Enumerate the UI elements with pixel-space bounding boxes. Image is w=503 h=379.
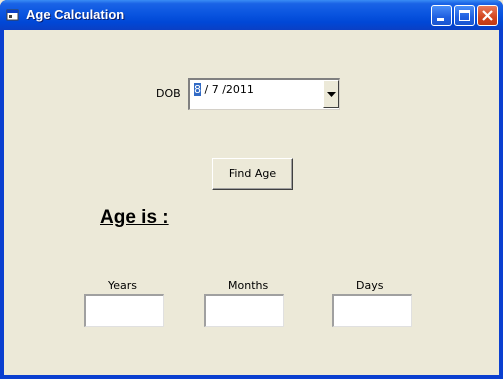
form-icon[interactable] [6, 8, 20, 22]
dob-day-selected[interactable]: 8 [194, 83, 201, 96]
dob-value[interactable]: 8 / 7 /2011 [194, 83, 254, 96]
minimize-icon [437, 18, 444, 21]
age-heading: Age is : [100, 207, 169, 228]
dob-dropdown-button[interactable] [323, 80, 339, 108]
days-label: Days [356, 279, 384, 292]
months-field[interactable] [204, 294, 284, 327]
dob-label: DOB [156, 87, 181, 100]
maximize-button[interactable] [454, 5, 475, 26]
close-button[interactable] [477, 5, 498, 26]
form-client-area: DOB 8 / 7 /2011 Find Age Age is : Years … [4, 30, 499, 375]
app-window: Age Calculation DOB 8 / 7 /2011 Find Age… [0, 0, 503, 379]
years-field[interactable] [84, 294, 164, 327]
years-label: Years [108, 279, 138, 292]
days-field[interactable] [332, 294, 412, 327]
months-label: Months [228, 279, 269, 292]
dob-month-year[interactable]: / 7 /2011 [201, 83, 253, 96]
dob-date-picker[interactable]: 8 / 7 /2011 [188, 78, 340, 110]
minimize-button[interactable] [431, 5, 452, 26]
chevron-down-icon [327, 92, 336, 97]
find-age-button[interactable]: Find Age [212, 158, 293, 190]
close-icon [482, 10, 493, 21]
title-bar[interactable]: Age Calculation [0, 0, 503, 30]
maximize-icon [459, 10, 470, 21]
window-title: Age Calculation [26, 7, 125, 22]
